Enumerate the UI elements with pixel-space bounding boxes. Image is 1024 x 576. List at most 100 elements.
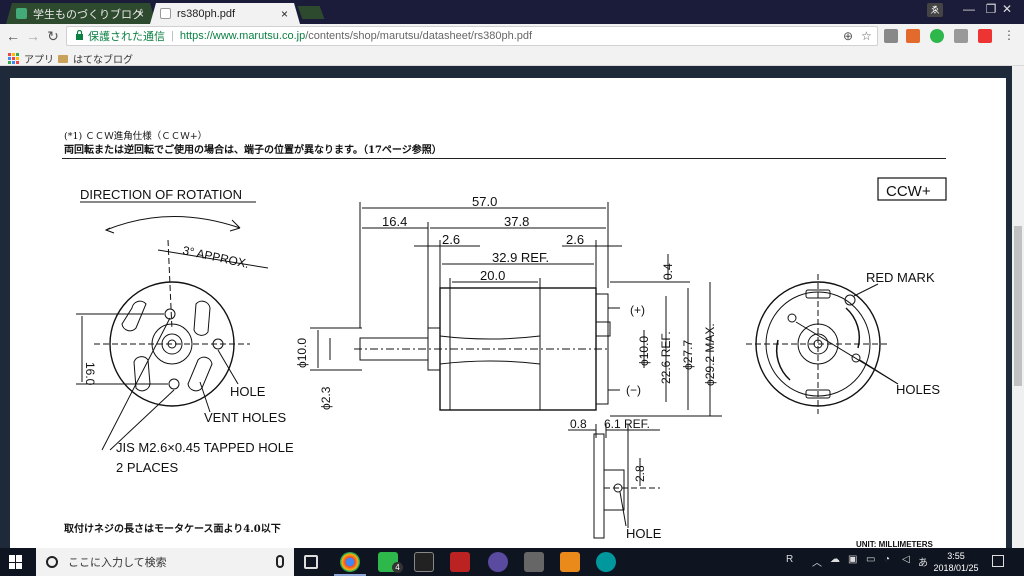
terminal-minus-label: (−)	[626, 383, 641, 397]
search-icon	[46, 556, 58, 568]
bookmarks-bar: アプリ はてなブログ	[0, 48, 1024, 66]
vent-hole-icon	[193, 300, 211, 336]
brush-arc-icon	[845, 307, 861, 349]
terminal-hole-label: HOLE	[626, 526, 662, 541]
star-icon[interactable]: ☆	[861, 29, 872, 43]
task-view-icon[interactable]	[304, 555, 318, 569]
tab-label: rs380ph.pdf	[177, 7, 236, 20]
url-text: https://www.marutsu.co.jp/contents/shop/…	[179, 30, 533, 42]
tab-strip: 学生ものづくりブログ × rs380ph.pdf × ゑ — ❐ ✕	[0, 0, 1024, 24]
tab-close-icon[interactable]: ×	[137, 7, 144, 21]
app-taskbar-icon[interactable]	[488, 552, 508, 572]
clock-date: 2018/01/25	[933, 563, 979, 573]
notification-icon[interactable]	[992, 555, 1004, 567]
dim-164: 16.4	[382, 214, 407, 229]
browser-toolbar: ← → ↻ 保護された通信 | https://www.marutsu.co.j…	[0, 24, 1024, 48]
microphone-icon[interactable]	[276, 555, 284, 568]
dim-28: 2.8	[633, 465, 647, 482]
profile-icon[interactable]: ゑ	[927, 3, 943, 17]
dim-08: 0.8	[570, 417, 587, 431]
tab-blog[interactable]: 学生ものづくりブログ ×	[6, 3, 156, 24]
forward-button[interactable]: →	[24, 26, 42, 46]
app-taskbar-icon[interactable]	[450, 552, 470, 572]
tab-label: 学生ものづくりブログ	[33, 8, 143, 21]
hole-leader	[217, 349, 239, 385]
dim-phi277: ϕ27.7	[681, 340, 695, 370]
dim-phi10-left: ϕ10.0	[295, 338, 309, 368]
new-tab-button[interactable]	[297, 6, 325, 19]
zoom-icon[interactable]: ⊕	[843, 29, 853, 43]
dim-20: 20.0	[480, 268, 505, 283]
vent-hole-icon	[187, 356, 213, 392]
clock[interactable]: 3:55 2018/01/25	[930, 550, 982, 574]
office-extension-icon[interactable]	[906, 29, 920, 43]
pdf-page: (*1) ＣＣＷ進角仕様（ＣＣＷ+） 両回転または逆回転でご使用の場合は、端子の…	[10, 78, 1006, 549]
menu-icon[interactable]: ⋮	[1002, 29, 1016, 43]
network-icon[interactable]: ◔	[884, 554, 890, 565]
left-tapped-hole-bottom	[168, 378, 180, 390]
editor-taskbar-icon[interactable]	[560, 552, 580, 572]
download-extension-icon[interactable]	[884, 29, 898, 43]
dim-57: 57.0	[472, 194, 497, 209]
close-window-button[interactable]: ✕	[990, 0, 1024, 20]
volume-icon[interactable]: ◁	[902, 554, 910, 565]
dim-226: 22.6 REF.	[659, 331, 673, 384]
app-taskbar-icon[interactable]	[414, 552, 434, 572]
holes-leader-2	[795, 321, 899, 385]
chrome-extension-icon[interactable]	[978, 29, 992, 43]
dim-61: 6.1 REF.	[604, 417, 650, 431]
red-mark-leader	[853, 283, 879, 297]
dim-329: 32.9 REF.	[492, 250, 549, 265]
tab-pdf[interactable]: rs380ph.pdf ×	[150, 3, 300, 24]
share-extension-icon[interactable]	[930, 29, 944, 43]
chip-taskbar-icon[interactable]	[524, 552, 544, 572]
pdf-viewer: (*1) ＣＣＷ進角仕様（ＣＣＷ+） 両回転または逆回転でご使用の場合は、端子の…	[0, 66, 1024, 549]
dim-phi23: ϕ2.3	[319, 386, 333, 410]
line-badge: 4	[392, 562, 403, 573]
pdf-favicon-icon	[160, 8, 171, 19]
clock-time: 3:55	[947, 551, 965, 561]
tray-chevron-icon[interactable]: ︿	[812, 554, 822, 569]
tab-close-icon[interactable]: ×	[281, 7, 288, 21]
arduino-taskbar-icon[interactable]	[596, 552, 616, 572]
terminal-hole-leader	[619, 491, 627, 527]
dim-16: 16.0	[83, 362, 97, 386]
dim-phi10-right: ϕ10.0	[637, 336, 651, 366]
secure-label: 保護された通信	[88, 31, 165, 43]
dim-phi292: ϕ29.2 MAX.	[703, 323, 717, 386]
cloud-icon[interactable]: ☁	[830, 554, 840, 565]
url-separator: |	[171, 30, 174, 42]
dim-26a: 2.6	[442, 232, 460, 247]
reload-button[interactable]: ↻	[44, 26, 62, 46]
vent-holes-label: VENT HOLES	[204, 410, 286, 425]
scroll-thumb[interactable]	[1014, 226, 1022, 386]
terminal-tab-side	[593, 433, 605, 539]
address-bar[interactable]: 保護された通信 | https://www.marutsu.co.jp/cont…	[66, 26, 878, 46]
dim-04: 0.4	[661, 263, 675, 280]
dim-26b: 2.6	[566, 232, 584, 247]
left-centerline-v	[167, 239, 173, 331]
battery-icon[interactable]: ▭	[866, 554, 875, 565]
people-icon[interactable]: R	[786, 554, 793, 565]
vent-leader	[199, 381, 211, 413]
windows-start-icon[interactable]	[9, 555, 23, 569]
bookmark-hatena[interactable]: はてなブログ	[58, 51, 133, 66]
dim-378: 37.8	[504, 214, 529, 229]
pdf-scrollbar[interactable]	[1012, 66, 1024, 548]
taskbar: ここに入力して検索 4 R ︿ ☁ ▣ ▭ ◔ ◁ あ 3:55 2018/01…	[0, 548, 1024, 576]
approx-label: 3° APPROX.	[181, 243, 250, 271]
holes-label: HOLES	[896, 382, 940, 397]
folder-icon	[58, 54, 68, 63]
save-extension-icon[interactable]	[954, 29, 968, 43]
motor-drawing: CCW+ DIRECTION OF ROTATION 3° APPROX. 16…	[76, 177, 947, 541]
vent-hole-icon	[121, 300, 147, 332]
ime-icon[interactable]: あ	[918, 554, 928, 569]
red-mark-label: RED MARK	[866, 270, 935, 285]
tapped-hole-label: JIS M2.6×0.45 TAPPED HOLE	[116, 440, 294, 455]
taskbar-search[interactable]: ここに入力して検索	[36, 548, 294, 576]
chrome-taskbar-icon[interactable]	[340, 552, 360, 572]
bookmark-apps[interactable]: アプリ	[8, 51, 54, 66]
tray-app-icon[interactable]: ▣	[848, 554, 857, 565]
back-button[interactable]: ←	[4, 26, 22, 46]
two-places-label: 2 PLACES	[116, 460, 178, 475]
